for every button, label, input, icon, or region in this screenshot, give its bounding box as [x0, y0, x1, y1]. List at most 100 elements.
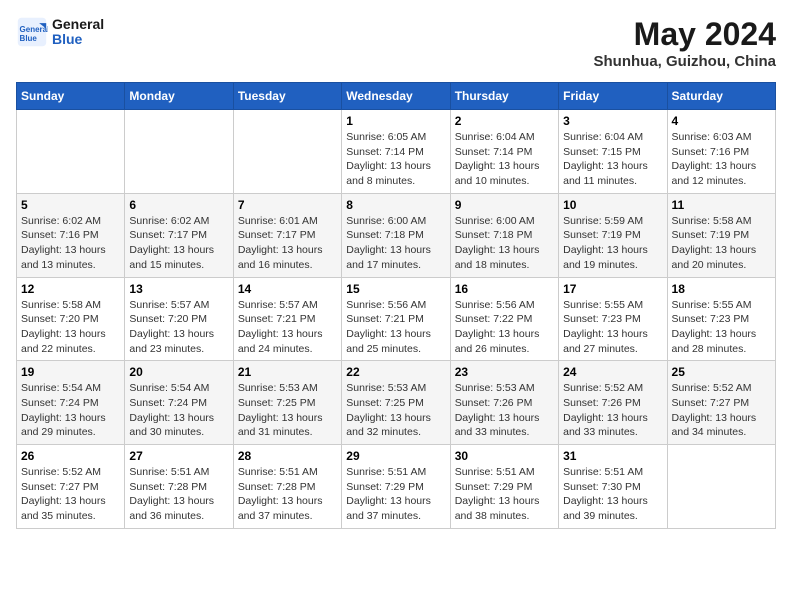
calendar-cell: 19 Sunrise: 5:54 AMSunset: 7:24 PMDayligh… — [17, 361, 125, 445]
location: Shunhua, Guizhou, China — [594, 53, 776, 70]
day-number: 27 — [129, 449, 228, 463]
logo-text-blue: Blue — [52, 32, 104, 47]
calendar-cell: 26 Sunrise: 5:52 AMSunset: 7:27 PMDayligh… — [17, 445, 125, 529]
calendar-cell: 17 Sunrise: 5:55 AMSunset: 7:23 PMDayligh… — [559, 277, 667, 361]
day-number: 1 — [346, 114, 445, 128]
day-number: 28 — [238, 449, 337, 463]
weekday-header-sunday: Sunday — [17, 83, 125, 110]
day-info: Sunrise: 6:01 AMSunset: 7:17 PMDaylight:… — [238, 214, 337, 273]
calendar-cell — [17, 110, 125, 194]
day-number: 18 — [672, 282, 771, 296]
calendar-cell: 9 Sunrise: 6:00 AMSunset: 7:18 PMDaylight… — [450, 193, 558, 277]
logo-text-general: General — [52, 17, 104, 32]
svg-text:Blue: Blue — [20, 34, 38, 43]
calendar-cell: 5 Sunrise: 6:02 AMSunset: 7:16 PMDaylight… — [17, 193, 125, 277]
day-number: 9 — [455, 198, 554, 212]
day-info: Sunrise: 5:58 AMSunset: 7:20 PMDaylight:… — [21, 298, 120, 357]
calendar-cell: 3Sunrise: 6:04 AMSunset: 7:15 PMDaylight… — [559, 110, 667, 194]
day-number: 14 — [238, 282, 337, 296]
calendar-cell: 24 Sunrise: 5:52 AMSunset: 7:26 PMDayligh… — [559, 361, 667, 445]
calendar-cell: 14Sunrise: 5:57 AMSunset: 7:21 PMDayligh… — [233, 277, 341, 361]
day-info: Sunrise: 5:57 AMSunset: 7:20 PMDaylight:… — [129, 298, 228, 357]
day-number: 5 — [21, 198, 120, 212]
day-info: Sunrise: 5:55 AMSunset: 7:23 PMDaylight:… — [563, 298, 662, 357]
day-info: Sunrise: 5:54 AMSunset: 7:24 PMDaylight:… — [21, 381, 120, 440]
calendar-cell: 31 Sunrise: 5:51 AMSunset: 7:30 PMDayligh… — [559, 445, 667, 529]
calendar-cell: 4 Sunrise: 6:03 AMSunset: 7:16 PMDaylight… — [667, 110, 775, 194]
day-info: Sunrise: 5:53 AMSunset: 7:25 PMDaylight:… — [346, 381, 445, 440]
weekday-header-tuesday: Tuesday — [233, 83, 341, 110]
day-number: 15 — [346, 282, 445, 296]
day-number: 24 — [563, 365, 662, 379]
weekday-header-row: SundayMondayTuesdayWednesdayThursdayFrid… — [17, 83, 776, 110]
calendar-week-3: 12 Sunrise: 5:58 AMSunset: 7:20 PMDayligh… — [17, 277, 776, 361]
day-number: 12 — [21, 282, 120, 296]
month-title: May 2024 — [594, 16, 776, 53]
day-info: Sunrise: 5:54 AMSunset: 7:24 PMDaylight:… — [129, 381, 228, 440]
calendar-week-4: 19 Sunrise: 5:54 AMSunset: 7:24 PMDayligh… — [17, 361, 776, 445]
calendar-cell: 25 Sunrise: 5:52 AMSunset: 7:27 PMDayligh… — [667, 361, 775, 445]
day-info: Sunrise: 5:59 AMSunset: 7:19 PMDaylight:… — [563, 214, 662, 273]
calendar-cell: 8Sunrise: 6:00 AMSunset: 7:18 PMDaylight… — [342, 193, 450, 277]
calendar-cell: 21Sunrise: 5:53 AMSunset: 7:25 PMDayligh… — [233, 361, 341, 445]
day-info: Sunrise: 5:52 AMSunset: 7:26 PMDaylight:… — [563, 381, 662, 440]
calendar-cell: 11 Sunrise: 5:58 AMSunset: 7:19 PMDayligh… — [667, 193, 775, 277]
calendar-cell: 22 Sunrise: 5:53 AMSunset: 7:25 PMDayligh… — [342, 361, 450, 445]
day-info: Sunrise: 6:00 AMSunset: 7:18 PMDaylight:… — [455, 214, 554, 273]
calendar-week-5: 26 Sunrise: 5:52 AMSunset: 7:27 PMDayligh… — [17, 445, 776, 529]
day-info: Sunrise: 6:04 AMSunset: 7:14 PMDaylight:… — [455, 130, 554, 189]
day-info: Sunrise: 5:53 AMSunset: 7:26 PMDaylight:… — [455, 381, 554, 440]
day-info: Sunrise: 5:52 AMSunset: 7:27 PMDaylight:… — [672, 381, 771, 440]
day-number: 22 — [346, 365, 445, 379]
day-number: 19 — [21, 365, 120, 379]
day-info: Sunrise: 5:55 AMSunset: 7:23 PMDaylight:… — [672, 298, 771, 357]
day-info: Sunrise: 6:02 AMSunset: 7:16 PMDaylight:… — [21, 214, 120, 273]
calendar-cell — [667, 445, 775, 529]
calendar-cell: 12 Sunrise: 5:58 AMSunset: 7:20 PMDayligh… — [17, 277, 125, 361]
calendar-cell: 7 Sunrise: 6:01 AMSunset: 7:17 PMDaylight… — [233, 193, 341, 277]
weekday-header-saturday: Saturday — [667, 83, 775, 110]
day-number: 31 — [563, 449, 662, 463]
day-number: 23 — [455, 365, 554, 379]
calendar-week-1: 1Sunrise: 6:05 AMSunset: 7:14 PMDaylight… — [17, 110, 776, 194]
day-number: 20 — [129, 365, 228, 379]
day-info: Sunrise: 5:51 AMSunset: 7:28 PMDaylight:… — [238, 465, 337, 524]
logo: General Blue General Blue — [16, 16, 104, 48]
weekday-header-thursday: Thursday — [450, 83, 558, 110]
day-number: 2 — [455, 114, 554, 128]
calendar-cell: 2 Sunrise: 6:04 AMSunset: 7:14 PMDaylight… — [450, 110, 558, 194]
day-number: 13 — [129, 282, 228, 296]
calendar-cell: 16 Sunrise: 5:56 AMSunset: 7:22 PMDayligh… — [450, 277, 558, 361]
page-header: General Blue General Blue May 2024 Shunh… — [16, 16, 776, 70]
weekday-header-friday: Friday — [559, 83, 667, 110]
title-area: May 2024 Shunhua, Guizhou, China — [594, 16, 776, 70]
day-info: Sunrise: 5:56 AMSunset: 7:22 PMDaylight:… — [455, 298, 554, 357]
day-number: 6 — [129, 198, 228, 212]
day-info: Sunrise: 5:51 AMSunset: 7:30 PMDaylight:… — [563, 465, 662, 524]
calendar-cell: 1Sunrise: 6:05 AMSunset: 7:14 PMDaylight… — [342, 110, 450, 194]
day-info: Sunrise: 6:04 AMSunset: 7:15 PMDaylight:… — [563, 130, 662, 189]
calendar-cell — [125, 110, 233, 194]
calendar-table: SundayMondayTuesdayWednesdayThursdayFrid… — [16, 82, 776, 529]
day-number: 17 — [563, 282, 662, 296]
day-info: Sunrise: 5:51 AMSunset: 7:29 PMDaylight:… — [346, 465, 445, 524]
day-info: Sunrise: 6:03 AMSunset: 7:16 PMDaylight:… — [672, 130, 771, 189]
day-number: 11 — [672, 198, 771, 212]
calendar-cell: 29 Sunrise: 5:51 AMSunset: 7:29 PMDayligh… — [342, 445, 450, 529]
calendar-cell: 15 Sunrise: 5:56 AMSunset: 7:21 PMDayligh… — [342, 277, 450, 361]
day-info: Sunrise: 5:58 AMSunset: 7:19 PMDaylight:… — [672, 214, 771, 273]
calendar-cell: 27Sunrise: 5:51 AMSunset: 7:28 PMDayligh… — [125, 445, 233, 529]
day-number: 29 — [346, 449, 445, 463]
day-number: 4 — [672, 114, 771, 128]
day-number: 7 — [238, 198, 337, 212]
calendar-cell: 20 Sunrise: 5:54 AMSunset: 7:24 PMDayligh… — [125, 361, 233, 445]
day-number: 16 — [455, 282, 554, 296]
day-info: Sunrise: 5:53 AMSunset: 7:25 PMDaylight:… — [238, 381, 337, 440]
calendar-week-2: 5 Sunrise: 6:02 AMSunset: 7:16 PMDaylight… — [17, 193, 776, 277]
weekday-header-monday: Monday — [125, 83, 233, 110]
calendar-cell: 30Sunrise: 5:51 AMSunset: 7:29 PMDayligh… — [450, 445, 558, 529]
day-number: 26 — [21, 449, 120, 463]
day-number: 25 — [672, 365, 771, 379]
day-info: Sunrise: 5:56 AMSunset: 7:21 PMDaylight:… — [346, 298, 445, 357]
day-info: Sunrise: 5:52 AMSunset: 7:27 PMDaylight:… — [21, 465, 120, 524]
